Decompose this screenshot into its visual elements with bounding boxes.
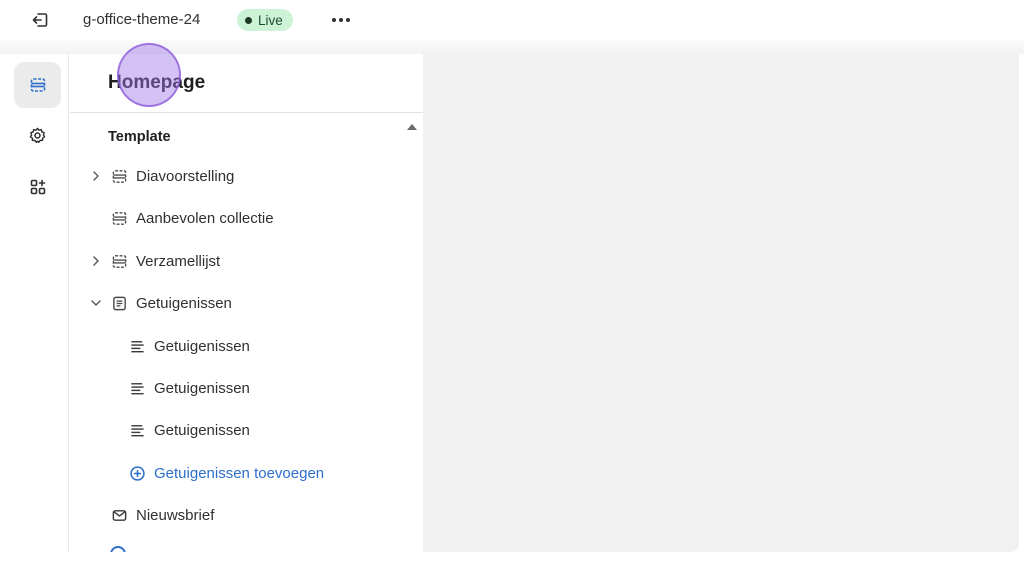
section-item-label: Verzamellijst — [136, 252, 221, 270]
chevron-right-icon[interactable] — [90, 255, 102, 267]
block-item-testimonial[interactable]: Getuigenissen — [128, 412, 408, 448]
document-icon — [110, 294, 128, 312]
block-item-label: Getuigenissen — [154, 379, 250, 397]
rail-sections-button[interactable] — [14, 62, 61, 108]
section-item-label: Diavoorstelling — [136, 167, 235, 185]
caret-up-icon — [407, 124, 417, 130]
block-item-label: Getuigenissen — [154, 421, 250, 439]
section-item-label: Nieuwsbrief — [136, 506, 215, 524]
panel-header: Homepage — [70, 54, 423, 113]
live-dot-icon — [245, 16, 252, 24]
section-icon — [110, 252, 128, 270]
envelope-icon — [110, 506, 128, 524]
add-testimonial-button[interactable]: Getuigenissen toevoegen — [128, 455, 408, 491]
section-item-collection-list[interactable]: Verzamellijst — [90, 243, 410, 279]
section-item-label: Getuigenissen — [136, 294, 232, 312]
block-item-label: Getuigenissen — [154, 337, 250, 355]
exit-icon — [32, 13, 48, 27]
partial-section-icon — [110, 546, 126, 552]
frame-divider — [0, 40, 1024, 54]
exit-button[interactable] — [27, 8, 53, 32]
section-item-label: Aanbevolen collectie — [136, 209, 274, 227]
theme-name: g-office-theme-24 — [83, 11, 201, 28]
status-badge: Live — [237, 9, 293, 31]
scroll-up-button[interactable] — [406, 122, 418, 132]
section-item-featured-collection[interactable]: Aanbevolen collectie — [90, 200, 410, 236]
rail-apps-button[interactable] — [14, 164, 61, 210]
add-block-label: Getuigenissen toevoegen — [154, 464, 325, 482]
chevron-right-icon[interactable] — [90, 170, 102, 182]
block-item-testimonial[interactable]: Getuigenissen — [128, 370, 408, 406]
sections-panel: Homepage Template Diavoorstelling Aanbev… — [70, 54, 423, 552]
editor-rail — [7, 54, 69, 552]
preview-canvas[interactable] — [423, 54, 1019, 552]
block-item-testimonial[interactable]: Getuigenissen — [128, 328, 408, 364]
section-icon — [110, 209, 128, 227]
section-item-slideshow[interactable]: Diavoorstelling — [90, 158, 410, 194]
chevron-down-icon[interactable] — [90, 297, 102, 309]
text-lines-icon — [128, 337, 146, 355]
gear-icon — [29, 127, 46, 143]
top-bar: g-office-theme-24 Live — [0, 0, 1024, 40]
more-actions-button[interactable] — [329, 10, 353, 30]
section-item-testimonials[interactable]: Getuigenissen — [90, 285, 410, 321]
rail-settings-button[interactable] — [14, 112, 61, 158]
plus-circle-icon — [128, 464, 146, 482]
text-lines-icon — [128, 421, 146, 439]
section-icon — [110, 167, 128, 185]
template-section-label: Template — [108, 129, 171, 145]
section-item-newsletter[interactable]: Nieuwsbrief — [90, 497, 410, 533]
text-lines-icon — [128, 379, 146, 397]
page-title: Homepage — [108, 72, 206, 93]
more-horizontal-icon — [332, 18, 336, 22]
apps-icon — [30, 179, 45, 195]
status-badge-label: Live — [258, 12, 283, 28]
sections-icon — [30, 78, 45, 92]
